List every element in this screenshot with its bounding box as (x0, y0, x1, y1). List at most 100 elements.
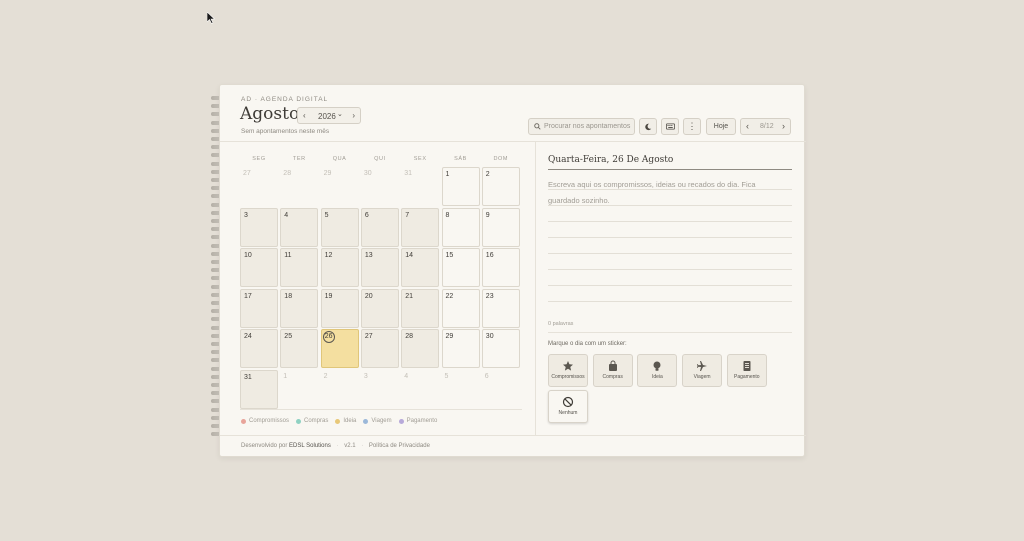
calendar-day[interactable]: 23 (481, 288, 520, 328)
calendar-day[interactable]: 24 (240, 329, 278, 369)
day-number: 11 (284, 252, 292, 260)
day-number: 9 (485, 211, 490, 219)
calendar-day[interactable]: 22 (441, 288, 480, 328)
lightbulb-icon (653, 361, 661, 371)
calendar-day: 27 (240, 167, 278, 206)
sticker-button[interactable]: Pagamento (726, 354, 767, 387)
month-counter: 8/12 (760, 123, 774, 130)
calendar-day[interactable]: 5 (320, 207, 359, 247)
app-eyebrow: AD · AGENDA DIGITAL (241, 96, 329, 103)
calendar-day[interactable]: 29 (441, 329, 480, 369)
footer: Desenvolvido por EDSL Solutions · v2.1 ·… (241, 443, 430, 449)
month-pager: ‹ 8/12 › (740, 118, 791, 135)
calendar-day[interactable]: 3 (240, 207, 278, 247)
legend-label: Viagem (371, 418, 392, 424)
title-rule (548, 169, 792, 170)
word-count-rule (548, 332, 792, 333)
calendar-day[interactable]: 20 (360, 288, 399, 328)
panel-divider (535, 142, 536, 435)
ban-icon (562, 396, 574, 408)
legend-dot (335, 418, 341, 424)
day-number: 5 (444, 373, 449, 380)
day-number: 29 (445, 333, 454, 341)
day-number: 21 (405, 292, 413, 300)
calendar-day: 3 (361, 370, 399, 409)
next-year-icon[interactable]: › (352, 111, 355, 120)
today-button[interactable]: Hoje (706, 118, 736, 135)
plane-icon (697, 361, 708, 371)
sticker-label: Compras (602, 374, 623, 380)
notes-placeholder[interactable]: Escreva aqui os compromissos, ideias ou … (548, 177, 778, 209)
sticker-button[interactable]: Ideia (637, 354, 678, 387)
calendar-day[interactable]: 9 (481, 207, 520, 247)
notes-textarea[interactable]: Escreva aqui os compromissos, ideias ou … (548, 174, 792, 308)
calendar-day[interactable]: 21 (401, 288, 440, 328)
legend-dot (296, 418, 302, 424)
dark-mode-button[interactable] (639, 118, 657, 135)
calendar-day[interactable]: 11 (280, 248, 319, 288)
sticker-button[interactable]: Compromissos (548, 354, 588, 387)
more-options-button[interactable]: ⋮ (683, 118, 701, 135)
sticker-button[interactable]: Compras (592, 354, 633, 387)
calendar-day[interactable]: 27 (360, 329, 399, 369)
calendar-day[interactable]: 26 (320, 329, 359, 369)
sticker-label: Compromissos (551, 374, 585, 380)
calendar-day[interactable]: 1 (441, 167, 480, 206)
day-number: 3 (363, 373, 368, 380)
day-number: 26 (322, 331, 335, 344)
search-icon (534, 123, 541, 130)
privacy-link[interactable]: Política de Privacidade (369, 443, 430, 449)
prev-month-icon[interactable]: ‹ (746, 121, 749, 131)
calendar-day[interactable]: 6 (360, 207, 399, 247)
year-value[interactable]: 2026 (318, 112, 336, 121)
legend-item: Pagamento (398, 418, 438, 424)
selected-day-title: Quarta-Feira, 26 De Agosto (548, 155, 674, 165)
calendar-day[interactable]: 16 (481, 248, 520, 288)
category-legend: Compromissos Compras Ideia Viagem Pagamento (241, 418, 437, 424)
day-number: 22 (445, 292, 454, 300)
moon-icon (645, 123, 652, 131)
keyboard-shortcuts-button[interactable] (661, 118, 679, 135)
weekday-label: DOM (493, 156, 509, 162)
calendar-day[interactable]: 8 (441, 207, 480, 247)
calendar-day[interactable]: 13 (360, 248, 399, 288)
day-number: 20 (364, 292, 373, 300)
sticker-button[interactable]: Viagem (682, 354, 723, 387)
day-number: 12 (324, 252, 333, 260)
day-number: 16 (485, 252, 494, 260)
calendar-day[interactable]: 31 (240, 370, 278, 409)
calendar-day[interactable]: 2 (481, 167, 520, 206)
legend-item: Ideia (335, 418, 356, 424)
prev-year-icon[interactable]: ‹ (303, 111, 306, 120)
calendar-day[interactable]: 17 (240, 288, 278, 328)
weekday-label: SÁB (454, 156, 467, 162)
year-selector[interactable]: ‹ 2026 ⌄ › (297, 107, 361, 124)
day-number: 5 (324, 211, 329, 219)
agenda-header: AD · AGENDA DIGITAL Agosto ‹ 2026 ⌄ › Se… (220, 85, 806, 142)
calendar-day[interactable]: 14 (401, 248, 440, 288)
day-number: 15 (445, 252, 454, 260)
calendar-day[interactable]: 30 (481, 329, 520, 369)
calendar-day[interactable]: 12 (320, 248, 359, 288)
calendar-day: 28 (280, 167, 318, 206)
calendar-day[interactable]: 10 (240, 248, 278, 288)
calendar-day[interactable]: 18 (280, 288, 319, 328)
calendar-day[interactable]: 7 (401, 207, 440, 247)
calendar-day[interactable]: 25 (280, 329, 319, 369)
company-link[interactable]: EDSL Solutions (289, 443, 331, 449)
day-number: 10 (244, 252, 252, 260)
calendar-day[interactable]: 28 (401, 329, 440, 369)
calendar-day[interactable]: 19 (320, 288, 359, 328)
legend-label: Pagamento (406, 418, 438, 424)
next-month-icon[interactable]: › (782, 121, 785, 131)
search-placeholder[interactable]: Procurar nos apontamentos (544, 123, 632, 130)
day-number: 13 (364, 252, 373, 260)
sticker-button[interactable]: Nenhum (548, 390, 588, 423)
calendar-day[interactable]: 15 (441, 248, 480, 288)
sticker-label: Ideia (651, 374, 663, 380)
chevron-down-icon[interactable]: ⌄ (337, 110, 343, 118)
search-input[interactable]: Procurar nos apontamentos (528, 118, 635, 135)
calendar-day[interactable]: 4 (280, 207, 319, 247)
legend-label: Compras (304, 418, 329, 424)
agenda-card: AD · AGENDA DIGITAL Agosto ‹ 2026 ⌄ › Se… (219, 84, 806, 457)
